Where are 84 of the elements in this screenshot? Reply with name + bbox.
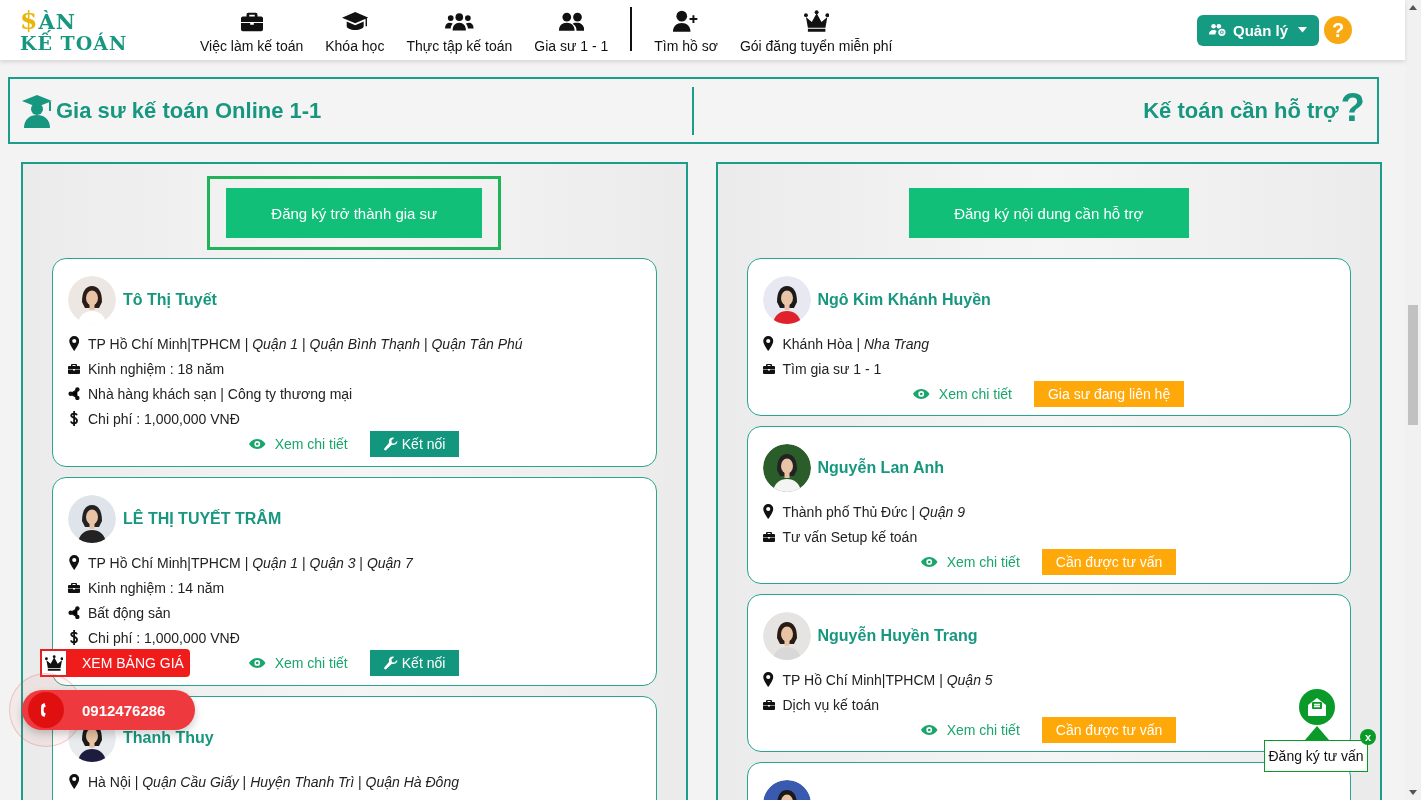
envelope-icon	[1307, 697, 1327, 717]
dollar-icon	[68, 411, 80, 426]
info-text: Chi phí : 1,000,000 VNĐ	[88, 629, 240, 646]
person-name[interactable]: Thanh Thuy	[123, 729, 214, 747]
map-pin-icon	[68, 774, 80, 789]
register-button[interactable]: Đăng ký nội dung cần hỗ trợ	[908, 188, 1189, 238]
register-button[interactable]: Đăng ký trở thành gia sư	[226, 188, 483, 238]
help-button[interactable]: ?	[1324, 16, 1352, 44]
two-people-icon	[558, 10, 584, 32]
briefcase-icon	[68, 581, 80, 594]
nav-link[interactable]: Thực tập kế toán	[406, 6, 513, 54]
person-name[interactable]: Tô Thị Tuyết	[123, 291, 217, 309]
map-pin-icon	[762, 504, 775, 519]
info-text: Kinh nghiệm : 14 năm	[88, 579, 225, 596]
info-text: Nhà hàng khách sạn | Công ty thương mại	[88, 385, 353, 402]
view-details-link[interactable]: Xem chi tiết	[921, 554, 1020, 570]
info-text: Chi phí : 1,000,000 VNĐ	[88, 410, 240, 427]
view-details-link[interactable]: Xem chi tiết	[913, 386, 1012, 402]
view-details-link[interactable]: Xem chi tiết	[921, 722, 1020, 738]
map-pin-icon	[762, 672, 775, 687]
graduation-cap-icon	[341, 10, 369, 32]
map-pin-icon	[68, 555, 80, 570]
wrench-icon	[383, 437, 398, 451]
info-text: TP Hồ Chí Minh|TPHCM | Quận 5	[782, 671, 993, 688]
info-text: Hà Nội | Quận Cầu Giấy | Huyện Thanh Trì | Quận Hà Đông	[88, 773, 459, 790]
connect-button[interactable]: Kết nối	[369, 431, 460, 457]
briefcase-icon	[68, 362, 80, 375]
nav-link[interactable]: Gói đăng tuyển miễn phí	[739, 6, 893, 54]
info-text: TP Hồ Chí Minh|TPHCM | Quận 1 | Quận 3 | Quận 7	[88, 554, 413, 571]
info-text: Thành phố Thủ Đức | Quận 9	[782, 503, 965, 520]
phone-icon	[28, 692, 64, 728]
caret-icon	[1298, 27, 1307, 33]
price-list-button[interactable]: XEM BẢNG GIÁ	[68, 649, 190, 677]
share-icon	[68, 605, 80, 620]
crown-icon[interactable]	[40, 649, 68, 677]
info-text: TP Hồ Chí Minh|TPHCM | Quận 1 | Quận Bình Thạnh | Quận Tân Phú	[88, 335, 523, 352]
tutor-icon	[20, 93, 54, 128]
status-button[interactable]: Cần được tư vấn	[1041, 717, 1177, 743]
eye-icon	[913, 389, 930, 399]
briefcase-icon	[240, 10, 263, 32]
eye-icon	[921, 725, 938, 735]
share-icon	[68, 386, 80, 401]
person-name[interactable]: Nguyễn Lan Anh	[817, 459, 944, 477]
info-text: Dịch vụ kế toán	[782, 696, 879, 713]
briefcase-icon	[762, 362, 775, 375]
view-details-link[interactable]: Xem chi tiết	[249, 436, 348, 452]
connect-button[interactable]: Kết nối	[369, 650, 460, 676]
manage-dropdown[interactable]: Quản lý	[1196, 14, 1319, 46]
info-text: Bất động sản	[88, 604, 171, 621]
nav-link[interactable]: Việc làm kế toán	[200, 6, 304, 54]
info-text: Khánh Hòa | Nha Trang	[782, 335, 930, 352]
section-title: Gia sư kế toán Online 1-1	[56, 97, 322, 124]
phone-button[interactable]: 0912476286	[22, 690, 195, 730]
group-icon	[445, 10, 474, 32]
scroll-thumb[interactable]	[1408, 305, 1418, 425]
view-details-link[interactable]: Xem chi tiết	[249, 655, 348, 671]
section-title: Kế toán cần hỗ trợ	[1143, 97, 1339, 124]
question-mark: ?	[1340, 86, 1365, 127]
person-name[interactable]: LÊ THỊ TUYẾT TRÂM	[123, 510, 282, 528]
consult-label[interactable]: Đăng ký tư vấn	[1264, 740, 1368, 772]
nav-link[interactable]: Tìm hồ sơ	[654, 6, 718, 54]
info-text: Tìm gia sư 1 - 1	[782, 360, 882, 377]
scroll-up-icon[interactable]	[1409, 5, 1417, 10]
add-user-icon	[673, 10, 699, 32]
nav-link[interactable]: Khóa học	[325, 6, 385, 54]
eye-icon	[249, 658, 266, 668]
status-button[interactable]: Cần được tư vấn	[1041, 549, 1177, 575]
eye-icon	[249, 439, 266, 449]
wrench-icon	[383, 656, 398, 670]
status-button[interactable]: Gia sư đang liên hệ	[1033, 381, 1185, 407]
nav-link[interactable]: Gia sư 1 - 1	[534, 6, 609, 54]
crown-icon	[803, 10, 829, 32]
eye-icon	[921, 557, 938, 567]
info-text: Kinh nghiệm : 18 năm	[88, 360, 225, 377]
map-pin-icon	[762, 336, 775, 351]
briefcase-icon	[762, 530, 775, 543]
info-text: Tư vấn Setup kế toán	[782, 528, 918, 545]
person-name[interactable]: Nguyễn Huyền Trang	[817, 627, 978, 645]
briefcase-icon	[762, 698, 775, 711]
map-pin-icon	[68, 336, 80, 351]
dollar-icon	[68, 630, 80, 645]
person-name[interactable]: Ngô Kim Khánh Huyền	[817, 291, 991, 309]
user-gear-icon	[1208, 23, 1227, 37]
scroll-down-icon[interactable]	[1409, 790, 1417, 795]
